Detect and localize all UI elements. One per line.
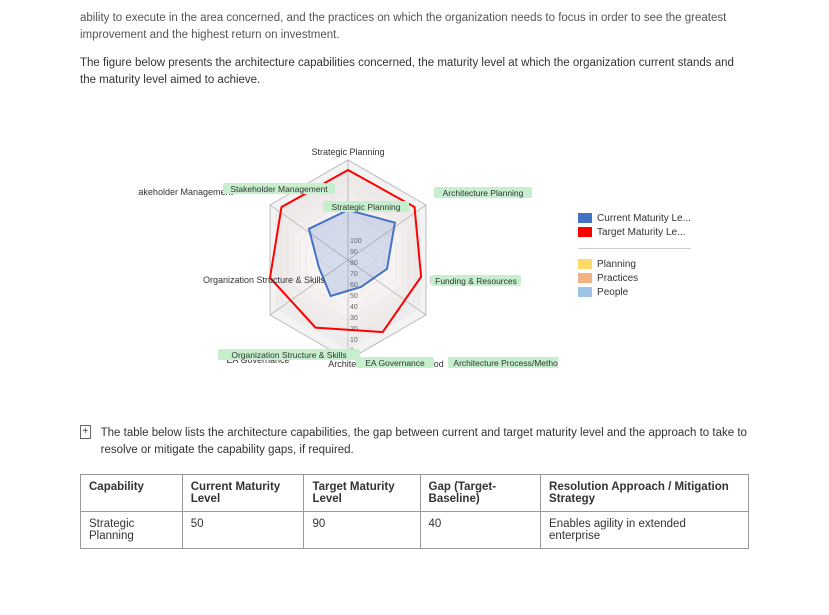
svg-text:Strategic Planning: Strategic Planning [312,147,385,157]
legend-practices-label: Practices [597,273,638,284]
svg-text:EA Governance: EA Governance [365,358,425,368]
cell-target: 90 [304,511,420,548]
cell-capability: Strategic Planning [81,511,183,548]
page-container: ability to execute in the area concerned… [0,0,829,569]
svg-text:Stakeholder Management: Stakeholder Management [138,187,233,197]
figure-desc: The figure below presents the architectu… [80,55,749,90]
legend-current: Current Maturity Le... [578,213,691,224]
radar-chart: 0 10 20 30 40 50 60 70 80 90 100 [138,105,558,405]
svg-text:Stakeholder Management: Stakeholder Management [230,184,328,194]
svg-text:Strategic Planning: Strategic Planning [332,202,401,212]
people-color [578,287,592,297]
legend-current-label: Current Maturity Le... [597,213,691,224]
col-resolution: Resolution Approach / Mitigation Strateg… [541,474,749,511]
svg-text:Organization Structure & Skill: Organization Structure & Skills [203,275,326,285]
table-row: Strategic Planning 50 90 40 Enables agil… [81,511,749,548]
svg-text:10: 10 [350,337,358,344]
practices-color [578,273,592,283]
legend-target: Target Maturity Le... [578,227,691,238]
legend-target-label: Target Maturity Le... [597,227,685,238]
legend-people: People [578,287,691,298]
target-color [578,227,592,237]
legend-planning-label: Planning [597,259,636,270]
planning-color [578,259,592,269]
cell-resolution: Enables agility in extended enterprise [541,511,749,548]
legend-planning: Planning [578,259,691,270]
svg-text:Funding & Resources: Funding & Resources [435,276,517,286]
cell-gap: 40 [420,511,541,548]
capability-table: Capability Current Maturity Level Target… [80,474,749,549]
table-header-row: Capability Current Maturity Level Target… [81,474,749,511]
table-section: + The table below lists the architecture… [80,425,749,549]
table-intro: The table below lists the architecture c… [101,425,749,460]
col-target: Target Maturity Level [304,474,420,511]
legend-categories: Planning Practices People [578,259,691,298]
legend-wrapper: Current Maturity Le... Target Maturity L… [578,213,691,298]
col-current: Current Maturity Level [182,474,304,511]
intro-text: ability to execute in the area concerned… [80,10,749,45]
chart-section: 0 10 20 30 40 50 60 70 80 90 100 [80,105,749,405]
svg-text:Organization Structure & Skill: Organization Structure & Skills [231,350,346,360]
cell-current: 50 [182,511,304,548]
col-gap: Gap (Target-Baseline) [420,474,541,511]
col-capability: Capability [81,474,183,511]
legend-people-label: People [597,287,628,298]
legend-series: Current Maturity Le... Target Maturity L… [578,213,691,238]
svg-text:Architecture Planning: Architecture Planning [443,188,524,198]
current-color [578,213,592,223]
expand-icon[interactable]: + [80,425,91,439]
svg-text:Architecture Process/Method: Architecture Process/Method [453,358,558,368]
legend-practices: Practices [578,273,691,284]
